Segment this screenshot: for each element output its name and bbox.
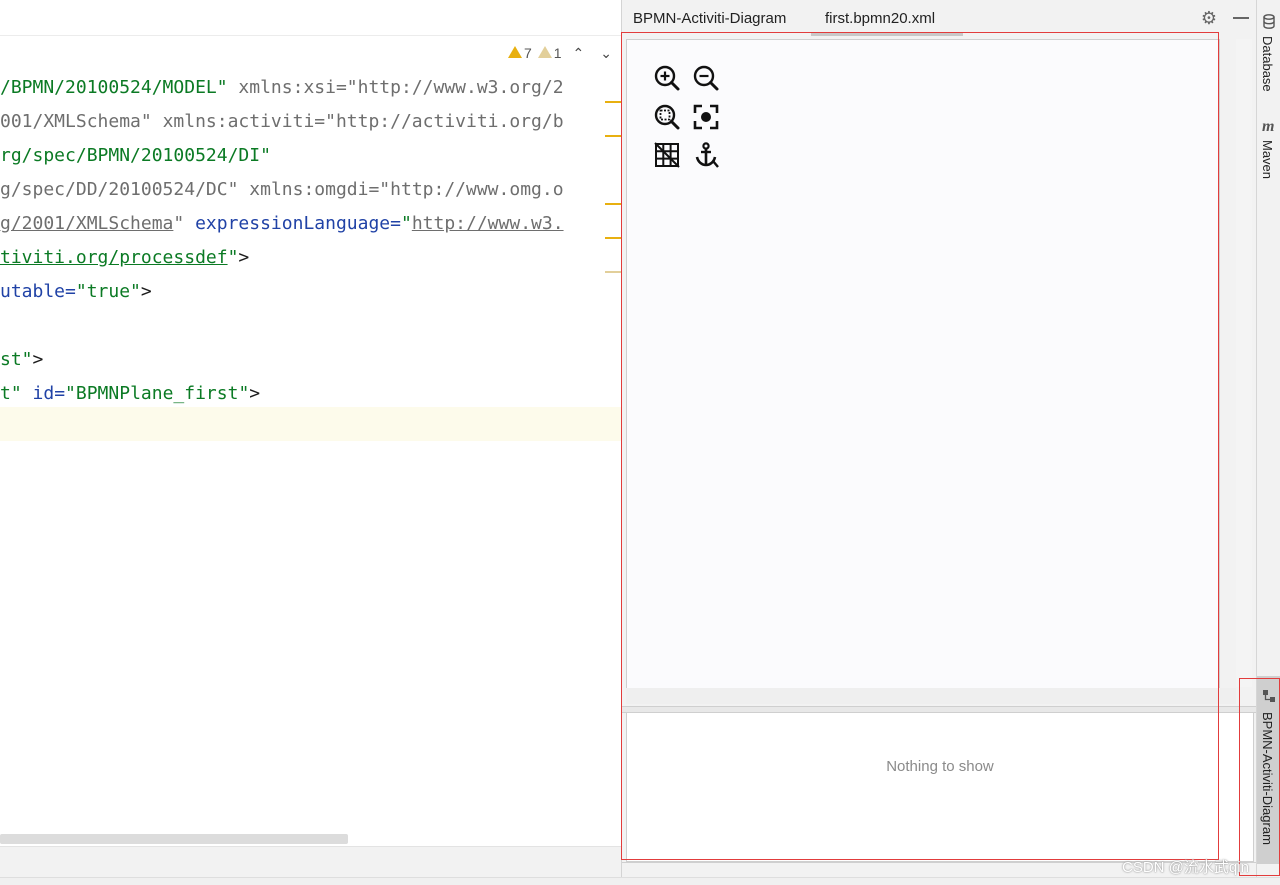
code-line[interactable]: t" id="BPMNPlane_first"> bbox=[0, 377, 260, 411]
warning-icon bbox=[507, 46, 522, 58]
bpmn-diagram-label: BPMN-Activiti-Diagram bbox=[1260, 712, 1275, 845]
error-stripe-mark bbox=[605, 237, 621, 239]
database-stripe-button[interactable]: Database bbox=[1257, 6, 1280, 106]
tool-window-title: BPMN-Activiti-Diagram bbox=[633, 10, 787, 27]
editor-status-strip bbox=[0, 846, 621, 877]
code-token: "true" bbox=[75, 281, 141, 302]
code-token: 001/XMLSchema" bbox=[0, 111, 152, 132]
zoom-actual-icon[interactable] bbox=[652, 102, 682, 132]
weak-warning-icon bbox=[537, 46, 552, 58]
next-highlight-icon[interactable]: ⌄ bbox=[595, 45, 617, 62]
xml-editor[interactable]: 7 1 ⌃ ⌄ /BPMN/20100524/MODEL" xmlns:xsi=… bbox=[0, 0, 621, 884]
watermark: CSDN @流水武qin bbox=[1122, 859, 1249, 876]
diagram-canvas[interactable] bbox=[626, 39, 1220, 689]
code-token: /BPMN/20100524/MODEL" bbox=[0, 77, 228, 98]
weak-warnings-count: 1 bbox=[553, 45, 562, 61]
code-line[interactable]: g/spec/DD/20100524/DC" xmlns:omgdi="http… bbox=[0, 173, 564, 207]
code-line[interactable]: g/2001/XMLSchema" expressionLanguage="ht… bbox=[0, 207, 564, 241]
gear-icon[interactable]: ⚙ bbox=[1199, 9, 1219, 29]
code-token: http://www.w3. bbox=[411, 213, 564, 234]
bpmn-tool-window: BPMN-Activiti-Diagram first.bpmn20.xml ⚙ bbox=[621, 0, 1256, 877]
canvas-vertical-scrollbar[interactable] bbox=[1236, 39, 1252, 687]
code-token: t" bbox=[0, 383, 22, 404]
warnings-counter[interactable]: 7 bbox=[507, 45, 532, 61]
code-line[interactable]: /BPMN/20100524/MODEL" xmlns:xsi="http://… bbox=[0, 71, 564, 105]
database-icon bbox=[1263, 14, 1275, 29]
tab-first-bpmn20-xml[interactable]: first.bpmn20.xml bbox=[811, 0, 963, 36]
zoom-in-icon[interactable] bbox=[652, 63, 682, 93]
code-token: xmlns:omgdi="http://www.omg.o bbox=[249, 179, 564, 200]
code-token: st" bbox=[0, 349, 33, 370]
maven-stripe-button[interactable]: m Maven bbox=[1257, 112, 1280, 190]
code-token: expressionLanguage= bbox=[195, 213, 401, 234]
code-token: > bbox=[238, 247, 250, 268]
error-stripe-mark bbox=[605, 135, 621, 137]
code-token: " bbox=[227, 247, 239, 268]
error-stripe-mark bbox=[605, 101, 621, 103]
anchor-icon[interactable] bbox=[691, 140, 721, 170]
zoom-out-icon[interactable] bbox=[691, 63, 721, 93]
code-token: > bbox=[140, 281, 152, 302]
warnings-count: 7 bbox=[523, 45, 532, 61]
code-line[interactable]: 001/XMLSchema" xmlns:activiti="http://ac… bbox=[0, 105, 564, 139]
right-tool-stripe: Database m Maven BPMN-Activiti-Diagram bbox=[1256, 0, 1280, 877]
minimize-icon[interactable] bbox=[1233, 17, 1249, 19]
code-token: " bbox=[400, 213, 412, 234]
bpmn-diagram-stripe-button[interactable]: BPMN-Activiti-Diagram bbox=[1257, 676, 1280, 864]
grid-toggle-icon[interactable] bbox=[652, 140, 682, 170]
code-token: xmlns:xsi="http://www.w3.org/2 bbox=[238, 77, 564, 98]
weak-warnings-counter[interactable]: 1 bbox=[537, 45, 562, 61]
tool-window-header: BPMN-Activiti-Diagram first.bpmn20.xml ⚙ bbox=[622, 0, 1256, 36]
code-token: rg/spec/BPMN/20100524/DI" bbox=[0, 145, 271, 166]
code-token: " bbox=[173, 213, 185, 234]
code-token: id= bbox=[32, 383, 66, 404]
error-stripe-mark bbox=[605, 203, 621, 205]
diagram-icon bbox=[1262, 688, 1276, 702]
horizontal-scrollbar[interactable] bbox=[0, 834, 348, 844]
empty-properties-message: Nothing to show bbox=[886, 758, 994, 775]
code-line[interactable]: rg/spec/BPMN/20100524/DI" bbox=[0, 139, 271, 173]
zoom-fit-icon[interactable] bbox=[691, 102, 721, 132]
error-stripe-mark bbox=[605, 271, 621, 273]
inspection-widget[interactable]: 7 1 ⌃ ⌄ bbox=[507, 43, 617, 63]
code-token: "BPMNPlane_first" bbox=[65, 383, 250, 404]
code-token: > bbox=[249, 383, 261, 404]
properties-panel: Nothing to show bbox=[626, 712, 1254, 862]
canvas-horizontal-scrollbar[interactable] bbox=[626, 688, 1236, 704]
database-label: Database bbox=[1260, 36, 1275, 92]
code-token: > bbox=[32, 349, 44, 370]
editor-header bbox=[0, 0, 621, 36]
maven-label: Maven bbox=[1260, 140, 1275, 180]
maven-icon: m bbox=[1262, 118, 1275, 135]
code-line[interactable]: utable="true"> bbox=[0, 275, 152, 309]
code-line[interactable]: tiviti.org/processdef"> bbox=[0, 241, 249, 275]
code-token: tiviti.org/processdef bbox=[0, 247, 228, 268]
code-token: g/spec/DD/20100524/DC" bbox=[0, 179, 239, 200]
code-token: g/2001/XMLSchema bbox=[0, 213, 174, 234]
previous-highlight-icon[interactable]: ⌃ bbox=[568, 45, 590, 62]
code-token: xmlns:activiti="http://activiti.org/b bbox=[162, 111, 564, 132]
caret-line-highlight bbox=[0, 407, 621, 441]
code-token: utable= bbox=[0, 281, 76, 302]
code-line[interactable]: st"> bbox=[0, 343, 43, 377]
